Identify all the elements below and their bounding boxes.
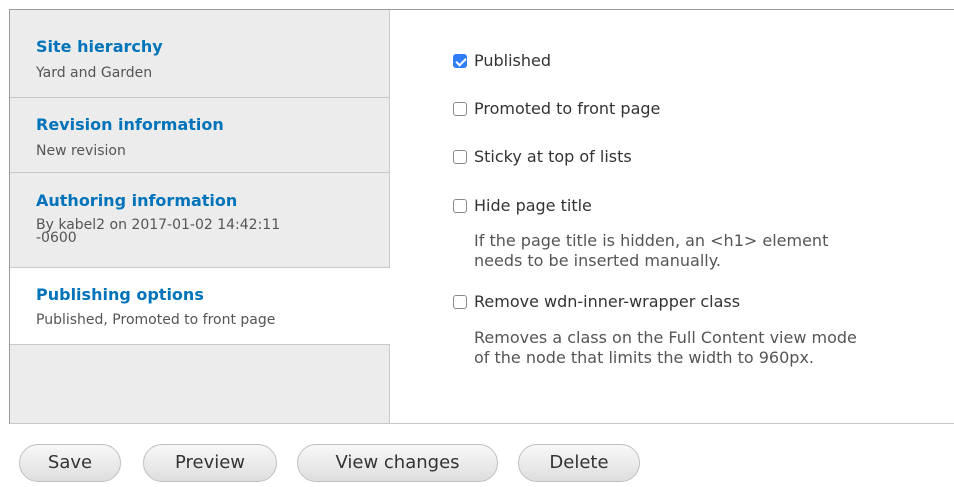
publishing-options-pane: Published Promoted to front page Sticky … <box>391 10 954 423</box>
sticky-label: Sticky at top of lists <box>474 147 632 166</box>
promoted-checkbox[interactable] <box>453 101 467 116</box>
remove-wrapper-checkbox[interactable] <box>453 294 467 309</box>
remove-wrapper-label: Remove wdn-inner-wrapper class <box>474 292 741 311</box>
save-button[interactable]: Save <box>19 444 121 482</box>
tab-title: Publishing options <box>36 285 204 304</box>
tab-summary: Yard and Garden <box>36 65 153 81</box>
hide-title-description-continued: needs to be inserted manually. <box>474 251 721 270</box>
tab-title: Revision information <box>36 115 224 134</box>
preview-button[interactable]: Preview <box>143 444 277 482</box>
remove-wrapper-description-continued: of the node that limits the width to 960… <box>474 348 814 367</box>
promoted-option[interactable]: Promoted to front page <box>453 99 660 118</box>
hide-title-label: Hide page title <box>474 196 592 215</box>
sticky-checkbox[interactable] <box>453 149 467 164</box>
tab-site-hierarchy[interactable]: Site hierarchy Yard and Garden <box>10 10 389 98</box>
tab-title: Site hierarchy <box>36 37 163 56</box>
tab-title: Authoring information <box>36 191 238 210</box>
hide-title-checkbox[interactable] <box>453 198 467 213</box>
sticky-option[interactable]: Sticky at top of lists <box>453 147 632 166</box>
published-option[interactable]: Published <box>453 51 551 70</box>
tab-revision-information[interactable]: Revision information New revision <box>10 98 389 173</box>
tab-publishing-options[interactable]: Publishing options Published, Promoted t… <box>10 268 390 345</box>
vertical-tabs-menu: Site hierarchy Yard and Garden Revision … <box>10 10 390 423</box>
published-label: Published <box>474 51 552 70</box>
remove-wrapper-description: Removes a class on the Full Content view… <box>474 328 857 347</box>
delete-button[interactable]: Delete <box>518 444 640 482</box>
tab-authoring-information[interactable]: Authoring information By kabel2 on 2017-… <box>10 173 389 268</box>
tab-summary: New revision <box>36 143 126 159</box>
tab-summary: Published, Promoted to front page <box>36 312 276 328</box>
remove-wrapper-option[interactable]: Remove wdn-inner-wrapper class <box>453 292 740 311</box>
view-changes-button[interactable]: View changes <box>297 444 498 482</box>
promoted-label: Promoted to front page <box>474 99 661 118</box>
tab-summary-continued: -0600 <box>36 230 77 246</box>
hide-title-description: If the page title is hidden, an <h1> ele… <box>474 231 829 250</box>
published-checkbox[interactable] <box>453 53 467 68</box>
hide-title-option[interactable]: Hide page title <box>453 196 592 215</box>
